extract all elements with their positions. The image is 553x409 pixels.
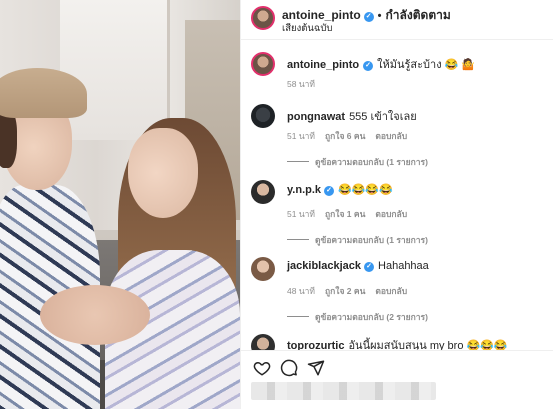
view-replies-button[interactable]: ดูข้อความตอบกลับ (1 รายการ) (287, 155, 428, 169)
comment-text: Hahahhaa (378, 260, 429, 272)
comment-likes[interactable]: ถูกใจ 2 คน (325, 286, 365, 296)
comment-likes[interactable]: ถูกใจ 1 คน (325, 209, 365, 219)
comment-time: 51 นาที (287, 131, 316, 141)
comment-text: อันนี้ผมสนับสนุน my bro 😂😂😂 (348, 340, 508, 350)
reply-button[interactable]: ตอบกลับ (375, 131, 407, 141)
post-header: antoine_pinto ✓ • กำลังติดตาม เสียงต้นฉบับ (241, 0, 553, 40)
comment-meta: 51 นาที ถูกใจ 1 คน ตอบกลับ (287, 207, 417, 221)
comment-likes[interactable]: ถูกใจ 6 คน (325, 131, 365, 141)
following-button[interactable]: กำลังติดตาม (386, 8, 451, 22)
post-panel: antoine_pinto ✓ • กำลังติดตาม เสียงต้นฉบับ … (240, 0, 553, 409)
comment-text: 555 เข้าใจเลย (349, 111, 417, 123)
comment-item: toprozurtic อันนี้ผมสนับสนุน my bro 😂😂😂 (241, 334, 553, 350)
comment-username[interactable]: pongnawat (287, 111, 345, 123)
view-replies-label: ดูข้อความตอบกลับ (1 รายการ) (315, 235, 428, 245)
comment-meta: 48 นาที ถูกใจ 2 คน ตอบกลับ (287, 284, 417, 298)
background-window (60, 0, 170, 140)
comment-text-line: pongnawat 555 เข้าใจเลย (287, 107, 417, 125)
woman-face (128, 128, 198, 218)
audio-label[interactable]: เสียงต้นฉบับ (282, 21, 332, 36)
verified-icon: ✓ (364, 262, 375, 272)
comment-text-line: toprozurtic อันนี้ผมสนับสนุน my bro 😂😂😂 (287, 336, 508, 350)
view-replies-button[interactable]: ดูข้อความตอบกลับ (1 รายการ) (287, 233, 428, 247)
caption-meta: 58 นาที (287, 77, 325, 91)
comment-text-line: y.n.p.k ✓ 😂😂😂😂 (287, 183, 393, 196)
verified-icon: ✓ (324, 186, 335, 196)
heart-icon[interactable] (253, 359, 271, 377)
caption-avatar[interactable] (251, 52, 275, 76)
action-bar (241, 350, 553, 380)
verified-icon: ✓ (363, 61, 374, 71)
send-icon[interactable] (307, 359, 325, 377)
replies-line (287, 239, 309, 240)
comment-avatar[interactable] (251, 257, 275, 281)
view-replies-label: ดูข้อความตอบกลับ (1 รายการ) (315, 157, 428, 167)
comment-username[interactable]: y.n.p.k (287, 184, 321, 196)
comment-meta: 51 นาที ถูกใจ 6 คน ตอบกลับ (287, 129, 417, 143)
reply-button[interactable]: ตอบกลับ (375, 209, 407, 219)
verified-icon: ✓ (363, 12, 374, 22)
comment-time: 48 นาที (287, 286, 316, 296)
caption-text: ให้มันรู้สะบ้าง 😂 🤷 (377, 59, 476, 71)
caption-time: 58 นาที (287, 79, 316, 89)
header-username[interactable]: antoine_pinto (282, 8, 361, 22)
comment-avatar[interactable] (251, 334, 275, 350)
comment-username[interactable]: toprozurtic (287, 340, 344, 350)
separator-dot: • (377, 10, 382, 22)
comment-avatar[interactable] (251, 104, 275, 128)
comment-text-line: jackiblackjack ✓ Hahahhaa (287, 260, 429, 272)
replies-line (287, 316, 309, 317)
comment-icon[interactable] (280, 359, 298, 377)
header-avatar[interactable] (251, 6, 275, 30)
hands (40, 285, 150, 345)
caption-username[interactable]: antoine_pinto (287, 59, 359, 71)
post-media[interactable] (0, 0, 240, 409)
comment-avatar[interactable] (251, 180, 275, 204)
view-replies-button[interactable]: ดูข้อความตอบกลับ (2 รายการ) (287, 310, 428, 324)
comment-text: 😂😂😂😂 (338, 184, 393, 196)
view-replies-label: ดูข้อความตอบกลับ (2 รายการ) (315, 312, 428, 322)
replies-line (287, 161, 309, 162)
comment-time: 51 นาที (287, 209, 316, 219)
likes-summary-blurred (251, 382, 436, 400)
caption-text-line: antoine_pinto ✓ ให้มันรู้สะบ้าง 😂 🤷 (287, 55, 475, 73)
comment-username[interactable]: jackiblackjack (287, 260, 361, 272)
reply-button[interactable]: ตอบกลับ (375, 286, 407, 296)
